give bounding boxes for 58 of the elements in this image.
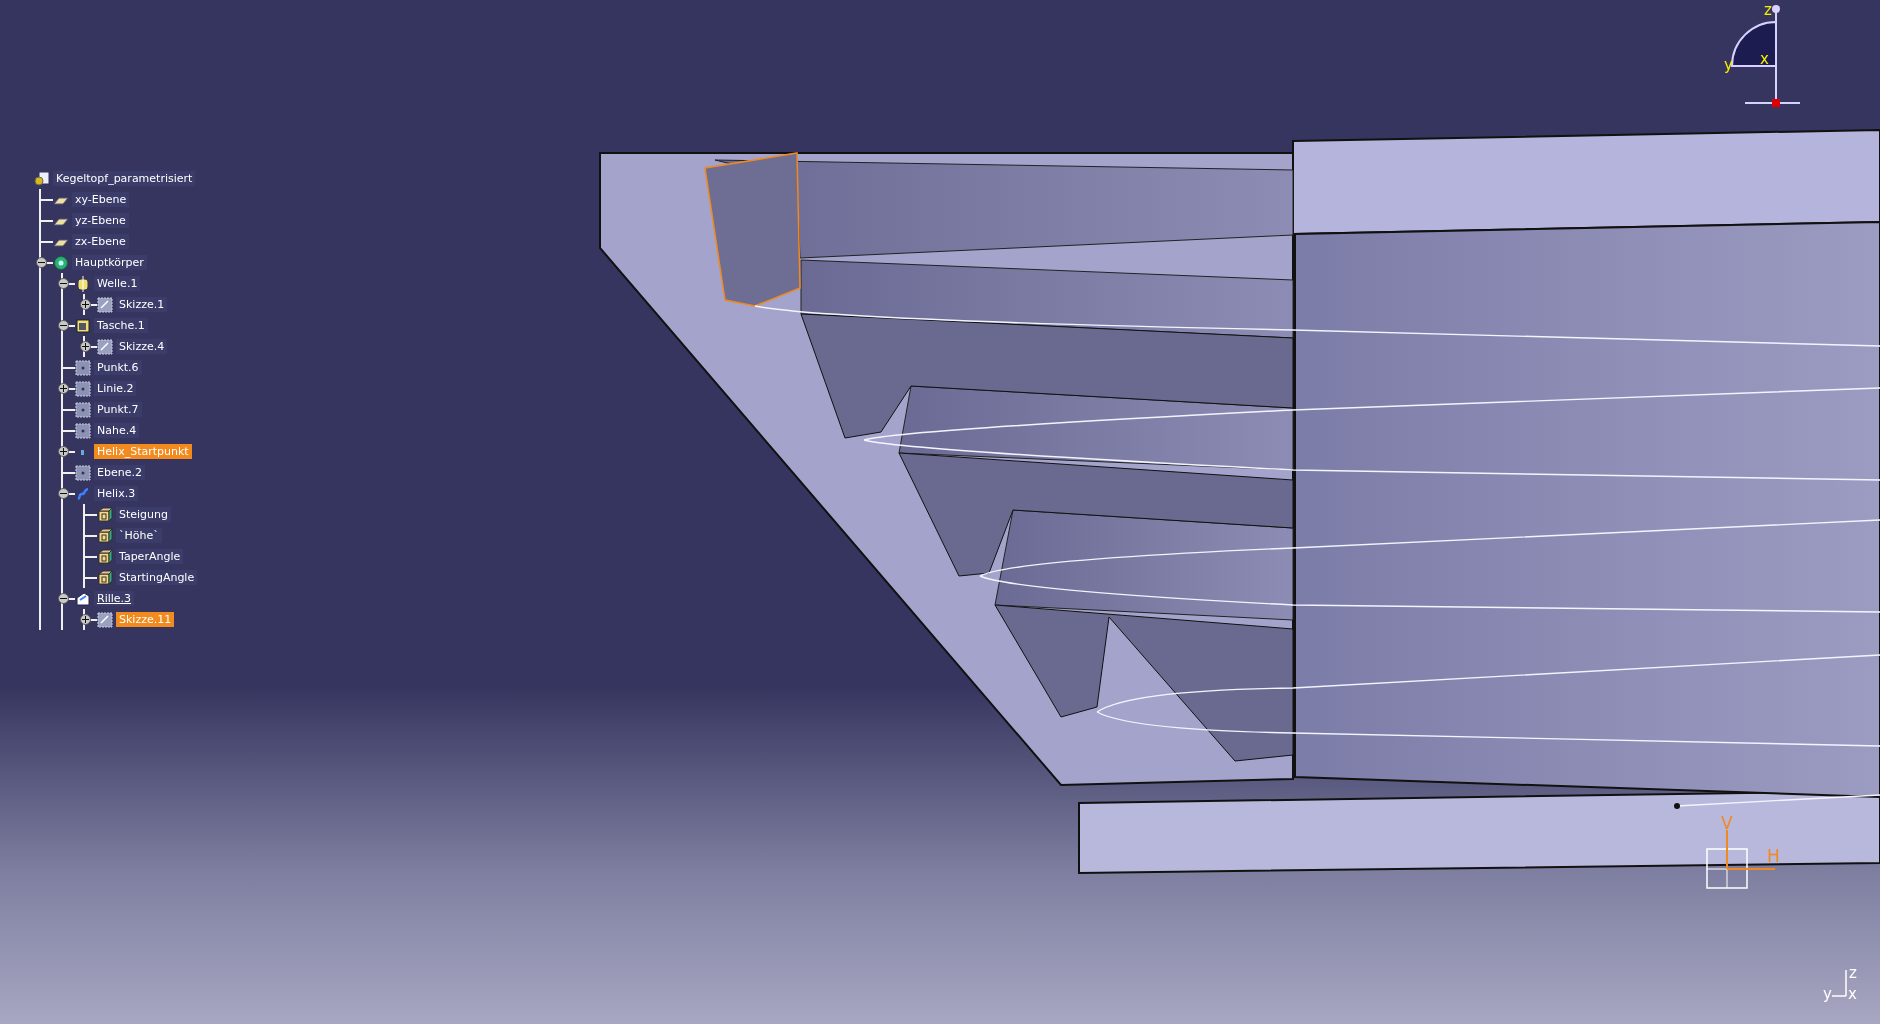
tree-item[interactable]: Ebene.2: [94, 465, 145, 480]
expand-toggle[interactable]: [80, 341, 91, 352]
tree-item[interactable]: Tasche.1: [94, 318, 148, 333]
geometry-icon: [75, 380, 91, 397]
part-icon: [34, 170, 50, 187]
parameter-icon: [97, 548, 113, 565]
tree-item[interactable]: Linie.2: [94, 381, 137, 396]
geometry-icon: [75, 422, 91, 439]
axis-label: y: [1823, 985, 1832, 1003]
sketch-axis-label: V: [1721, 813, 1733, 833]
sketch-icon: [97, 338, 113, 355]
tree-item[interactable]: Kegeltopf_parametrisiert: [53, 171, 196, 186]
pocket-icon: [75, 317, 91, 334]
tree-item[interactable]: Helix.3: [94, 486, 139, 501]
geometry-icon: [75, 464, 91, 481]
sketch-icon: [97, 611, 113, 628]
tree-item[interactable]: Skizze.1: [116, 297, 168, 312]
tree-item[interactable]: yz-Ebene: [72, 213, 129, 228]
collapse-toggle[interactable]: [58, 488, 69, 499]
collapse-toggle[interactable]: [36, 257, 47, 268]
tree-item[interactable]: `Höhe`: [116, 528, 162, 543]
tree-item[interactable]: Punkt.7: [94, 402, 142, 417]
compass-axis-label: x: [1760, 50, 1769, 68]
point-icon: [80, 447, 86, 456]
tree-item[interactable]: Steigung: [116, 507, 172, 522]
tree-item[interactable]: Skizze.4: [116, 339, 168, 354]
tree-item[interactable]: zx-Ebene: [72, 234, 129, 249]
axis-label: z: [1849, 964, 1857, 982]
tree-item[interactable]: StartingAngle: [116, 570, 198, 585]
parameter-icon: [97, 506, 113, 523]
parameter-icon: [97, 527, 113, 544]
parameter-icon: [97, 569, 113, 586]
geometry-icon: [75, 401, 91, 418]
expand-toggle[interactable]: [80, 299, 91, 310]
collapse-toggle[interactable]: [58, 593, 69, 604]
tree-item[interactable]: Hauptkörper: [72, 255, 147, 270]
expand-toggle[interactable]: [58, 383, 69, 394]
sketch-icon: [97, 296, 113, 313]
collapse-toggle[interactable]: [58, 320, 69, 331]
axis-label: x: [1848, 985, 1857, 1003]
compass-axis-label: y: [1724, 56, 1733, 74]
expand-toggle[interactable]: [80, 614, 91, 625]
tree-item[interactable]: Rille.3: [94, 591, 135, 606]
sketch-axes-drawing: [1706, 829, 1776, 889]
tree-item[interactable]: TaperAngle: [116, 549, 184, 564]
compass-axis-label: z: [1764, 1, 1772, 19]
geometry-icon: [75, 359, 91, 376]
axis-triad-drawing: [1831, 969, 1847, 997]
sketch-axis-label: H: [1767, 846, 1780, 866]
expand-toggle[interactable]: [58, 446, 69, 457]
tree-item[interactable]: Nahe.4: [94, 423, 140, 438]
groove-icon: [75, 590, 91, 607]
shaft-icon: [75, 275, 91, 292]
helix-icon: [75, 485, 91, 502]
collapse-toggle[interactable]: [58, 278, 69, 289]
tree-item[interactable]: Welle.1: [94, 276, 141, 291]
tree-item[interactable]: Punkt.6: [94, 360, 142, 375]
tree-item[interactable]: xy-Ebene: [72, 192, 130, 207]
